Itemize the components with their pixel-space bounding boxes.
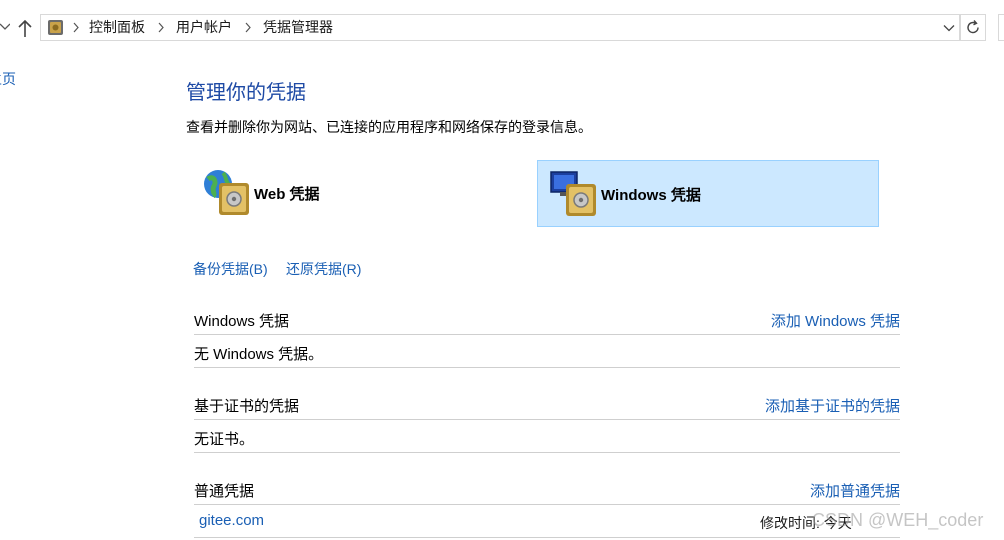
windows-credentials-section-header: Windows 凭据 添加 Windows 凭据 (194, 308, 900, 335)
search-box[interactable] (998, 14, 1004, 41)
chevron-right-icon (73, 22, 79, 33)
up-arrow-icon[interactable] (15, 17, 35, 39)
add-generic-credential-link[interactable]: 添加普通凭据 (810, 480, 900, 501)
globe-vault-icon (204, 170, 249, 215)
breadcrumb-control-panel[interactable]: 控制面板 (89, 15, 145, 40)
chevron-right-icon (158, 22, 164, 33)
certificate-credentials-empty-row: 无证书。 (194, 420, 900, 453)
credential-row-gitee[interactable]: gitee.com 修改时间: 今天 (194, 505, 900, 538)
breadcrumb-credential-manager[interactable]: 凭据管理器 (263, 15, 333, 40)
windows-credentials-empty-row: 无 Windows 凭据。 (194, 335, 900, 368)
certificate-credentials-section-header: 基于证书的凭据 添加基于证书的凭据 (194, 393, 900, 420)
section-title: Windows 凭据 (194, 313, 290, 330)
web-credentials-label: Web 凭据 (254, 186, 320, 203)
address-toolbar: 控制面板 用户帐户 凭据管理器 (0, 0, 1004, 56)
page-title: 管理你的凭据 (186, 82, 306, 104)
credential-name[interactable]: gitee.com (199, 512, 264, 529)
watermark: CSDN @WEH_coder (812, 510, 984, 530)
chevron-right-icon (245, 22, 251, 33)
address-bar[interactable]: 控制面板 用户帐户 凭据管理器 (40, 14, 960, 41)
windows-credentials-label: Windows 凭据 (601, 187, 701, 204)
control-panel-home-link[interactable]: 主页 (0, 69, 16, 89)
credential-manager-icon (48, 20, 63, 35)
empty-message: 无 Windows 凭据。 (194, 346, 324, 363)
section-title: 普通凭据 (194, 483, 255, 500)
section-title: 基于证书的凭据 (194, 398, 300, 415)
windows-credentials-tile[interactable]: Windows 凭据 (537, 160, 879, 227)
computer-vault-icon (550, 171, 596, 216)
refresh-icon (967, 20, 979, 34)
empty-message: 无证书。 (194, 431, 255, 448)
web-credentials-tile[interactable]: Web 凭据 (196, 160, 526, 227)
chevron-down-icon[interactable] (0, 19, 10, 35)
breadcrumb-user-accounts[interactable]: 用户帐户 (176, 15, 232, 40)
page-description: 查看并删除你为网站、已连接的应用程序和网络保存的登录信息。 (186, 119, 592, 135)
add-windows-credential-link[interactable]: 添加 Windows 凭据 (771, 310, 900, 331)
restore-credentials-link[interactable]: 还原凭据(R) (286, 259, 361, 279)
generic-credentials-section-header: 普通凭据 添加普通凭据 (194, 478, 900, 505)
backup-credentials-link[interactable]: 备份凭据(B) (193, 259, 268, 279)
add-certificate-credential-link[interactable]: 添加基于证书的凭据 (765, 395, 900, 416)
chevron-down-icon[interactable] (943, 22, 955, 34)
refresh-button[interactable] (960, 14, 986, 41)
